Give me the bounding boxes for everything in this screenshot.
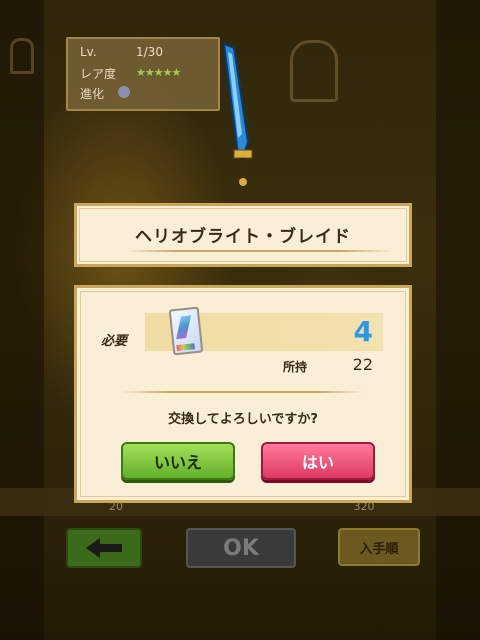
owned-label: 所持 — [283, 360, 308, 374]
yes-button[interactable]: はい — [261, 442, 375, 480]
exchange-confirm-dialog: 必要 4 所持 22 交換してよろしいですか? いいえ はい — [74, 285, 412, 503]
evolution-label: 進化 — [80, 87, 105, 101]
sort-obtain-order-button[interactable]: 入手順 — [338, 528, 420, 566]
level-value: 1/30 — [136, 45, 163, 59]
sword-illustration — [222, 42, 253, 186]
title-divider — [125, 250, 393, 252]
back-button[interactable] — [66, 528, 142, 568]
rarity-label: レア度 — [80, 67, 117, 81]
background-shield-emblem — [290, 40, 338, 102]
dialog-title-box: ヘリオブライト・ブレイド — [74, 203, 412, 267]
item-name: ヘリオブライト・ブレイド — [135, 227, 351, 247]
card-item-icon — [168, 306, 204, 356]
required-label: 必要 — [101, 334, 128, 349]
background-column-right — [436, 0, 480, 640]
rarity-stars: ★★★★★ — [136, 66, 181, 79]
dialog-divider — [121, 391, 365, 393]
weapon-info-panel: Lv. 1/30 レア度 ★★★★★ 進化 — [66, 37, 220, 111]
owned-count: 22 — [352, 355, 373, 374]
ok-button[interactable]: OK — [186, 528, 296, 568]
confirm-question: 交換してよろしいですか? — [168, 412, 318, 427]
no-button[interactable]: いいえ — [121, 442, 235, 480]
evolution-icon — [116, 84, 130, 98]
lock-icon — [10, 38, 34, 74]
level-label: Lv. — [80, 45, 97, 59]
required-count: 4 — [353, 315, 373, 348]
background-column-left — [0, 0, 44, 640]
arrow-left-icon — [86, 538, 122, 558]
